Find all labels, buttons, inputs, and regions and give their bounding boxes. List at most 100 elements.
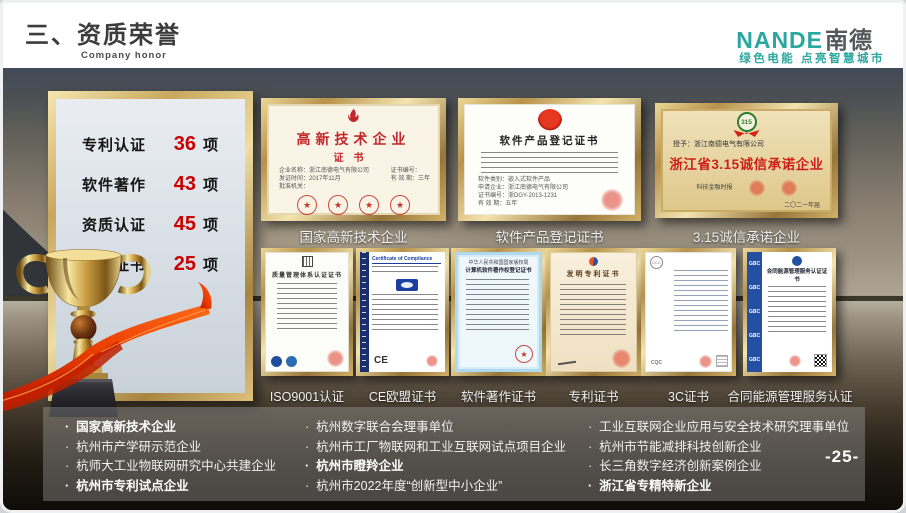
bullet-icon: · <box>588 440 592 454</box>
stamp-box <box>716 355 728 367</box>
cert-caption: 软件著作证书 <box>451 386 546 405</box>
certificate-hitech-inner: 高新技术企业 证书 企业名称：浙江南德电气有限公司 发证时间：2017年11月 … <box>267 104 440 215</box>
cert-body-text <box>768 286 826 334</box>
stat-label: 资质认证 <box>82 214 164 235</box>
cert-field: 批准机关： <box>279 183 369 191</box>
cert-body-text <box>372 294 438 334</box>
certificate-315: 315 授予：浙江南德电气有限公司 浙江省3.15诚信承诺企业 科技金融时报 二… <box>655 103 838 218</box>
cert-caption: 软件产品登记证书 <box>458 226 641 246</box>
honor-item: ·杭师大工业物联网研究中心共建企业 <box>65 457 305 477</box>
red-seal-icon: ★ <box>297 195 317 215</box>
honor-item: ·杭州市瞪羚企业 <box>305 457 588 477</box>
stat-row: 软件著作 43 项 <box>82 173 245 196</box>
gbc-label: GBC <box>749 285 760 291</box>
cnas-logo-icon <box>286 356 297 367</box>
certificate-ce: Certificate of Compliance CE <box>356 248 449 376</box>
bullet-icon: · <box>65 459 69 473</box>
flame-icon <box>346 108 361 123</box>
cert-logo-icon <box>792 256 802 266</box>
red-seal-icon: ★ <box>328 195 348 215</box>
stat-row: 资质认证 45 项 <box>82 213 245 236</box>
certificate-patent-inner: 发明专利证书 <box>550 252 637 372</box>
page-title: 三、资质荣誉 <box>25 15 181 50</box>
gbc-side-band: GBC GBC GBC GBC GBC <box>747 252 762 372</box>
cert-caption: CE欧盟证书 <box>356 386 449 405</box>
honors-column-2: ·杭州数字联合会理事单位 ·杭州市工厂物联网和工业互联网试点项目企业 ·杭州市瞪… <box>305 418 588 501</box>
cert-logo-icon <box>302 256 313 267</box>
cert-field: 发证时间：2017年11月 <box>279 175 369 183</box>
red-seal-icon <box>781 180 797 196</box>
cqc-mark: CQC <box>651 360 662 366</box>
cert-field: 软件类别：嵌入式软件产品 <box>478 176 635 184</box>
honor-item: ·杭州市产学研示范企业 <box>65 438 305 458</box>
cert-body-text <box>560 284 626 336</box>
315-emblem-icon: 315 <box>737 112 757 132</box>
ccc-mark-icon: CCC <box>650 256 663 269</box>
certificate-energy-management-inner: GBC GBC GBC GBC GBC 合同能源管理服务认证证书 <box>747 252 832 372</box>
cert-title: 发明专利证书 <box>550 269 637 279</box>
honor-item: ·杭州市工厂物联网和工业互联网试点项目企业 <box>305 438 588 458</box>
red-seal-icon: ★ <box>515 345 533 363</box>
cert-caption: ISO9001认证 <box>261 386 353 405</box>
cert-header: 中华人民共和国国家版权局 <box>458 259 539 266</box>
certificate-software-registration-inner: 软件产品登记证书 软件类别：嵌入式软件产品 申请企业：浙江南德电气有限公司 证书… <box>464 104 635 215</box>
certificate-iso9001-inner: 质量管理体系认证证书 <box>265 252 349 372</box>
honor-item: ·浙江省专精特新企业 <box>588 477 858 497</box>
cert-body-text <box>372 266 438 276</box>
gbc-label: GBC <box>749 357 760 363</box>
cert-subtitle: 证书 <box>267 149 440 164</box>
ce-mark: CE <box>374 355 388 366</box>
honor-item: ·长三角数字经济创新案例企业 <box>588 457 858 477</box>
cert-body-text <box>277 283 337 329</box>
red-seal-icon <box>327 350 344 367</box>
cert-caption: 专利证书 <box>546 386 641 405</box>
cert-body-text <box>674 270 728 332</box>
cert-field: 证书编号： <box>391 167 430 175</box>
cert-footer: 科技金融时报 <box>696 184 732 192</box>
patent-logo-icon <box>589 257 598 266</box>
bullet-icon: · <box>305 440 309 454</box>
bullet-icon: · <box>588 459 592 473</box>
red-seal-icon: ★ <box>390 195 410 215</box>
bullet-icon: · <box>588 420 592 434</box>
honor-item: ·工业互联网企业应用与安全技术研究理事单位 <box>588 418 858 438</box>
cert-title: 高新技术企业 <box>267 129 440 149</box>
bullet-icon: · <box>65 440 69 454</box>
red-seal-icon <box>749 180 765 196</box>
iaf-logo-icon <box>271 356 282 367</box>
signature <box>558 360 576 364</box>
stat-label: 软件著作 <box>82 174 164 195</box>
bullet-icon: · <box>305 459 309 473</box>
certificate-3c-inner: CCC CQC <box>645 252 732 372</box>
trophy-image <box>1 244 216 419</box>
ce-side-band <box>360 252 369 372</box>
certificate-patent: 发明专利证书 <box>546 248 641 376</box>
bullet-icon: · <box>65 479 69 493</box>
honor-item: ·杭州数字联合会理事单位 <box>305 418 588 438</box>
page-number: -25- <box>825 447 859 467</box>
cert-caption: 合同能源管理服务认证 <box>719 386 861 405</box>
certificate-315-inner: 315 授予：浙江南德电气有限公司 浙江省3.15诚信承诺企业 科技金融时报 二… <box>661 109 832 212</box>
red-seal-icon <box>601 189 623 211</box>
certificate-ce-inner: Certificate of Compliance CE <box>360 252 445 372</box>
red-seal-icon <box>789 355 801 367</box>
cert-title: 软件产品登记证书 <box>464 133 635 148</box>
certificate-3c: CCC CQC <box>641 248 736 376</box>
qr-code <box>814 354 827 367</box>
stat-unit: 项 <box>203 214 218 235</box>
certificate-hitech: 高新技术企业 证书 企业名称：浙江南德电气有限公司 发证时间：2017年11月 … <box>261 98 446 221</box>
red-seal-icon: ★ <box>359 195 379 215</box>
cert-title: Certificate of Compliance <box>372 256 441 264</box>
honor-item: ·杭州市2022年度“创新型中小企业” <box>305 477 588 497</box>
cert-field: 企业名称：浙江南德电气有限公司 <box>279 167 369 175</box>
cert-caption: 3.15诚信承诺企业 <box>655 226 838 246</box>
gbc-label: GBC <box>749 309 760 315</box>
bullet-icon: · <box>305 420 309 434</box>
cert-field: 有 效 期：三年 <box>391 175 430 183</box>
national-emblem-icon <box>538 109 562 131</box>
certificate-software-registration: 软件产品登记证书 软件类别：嵌入式软件产品 申请企业：浙江南德电气有限公司 证书… <box>458 98 641 221</box>
slide: 专利认证 36 项 软件著作 43 项 资质认证 45 项 荣誉证书 25 <box>0 0 906 513</box>
honor-item: ·杭州市专利试点企业 <box>65 477 305 497</box>
stat-label: 专利认证 <box>82 134 164 155</box>
red-seal-icon <box>426 355 438 367</box>
